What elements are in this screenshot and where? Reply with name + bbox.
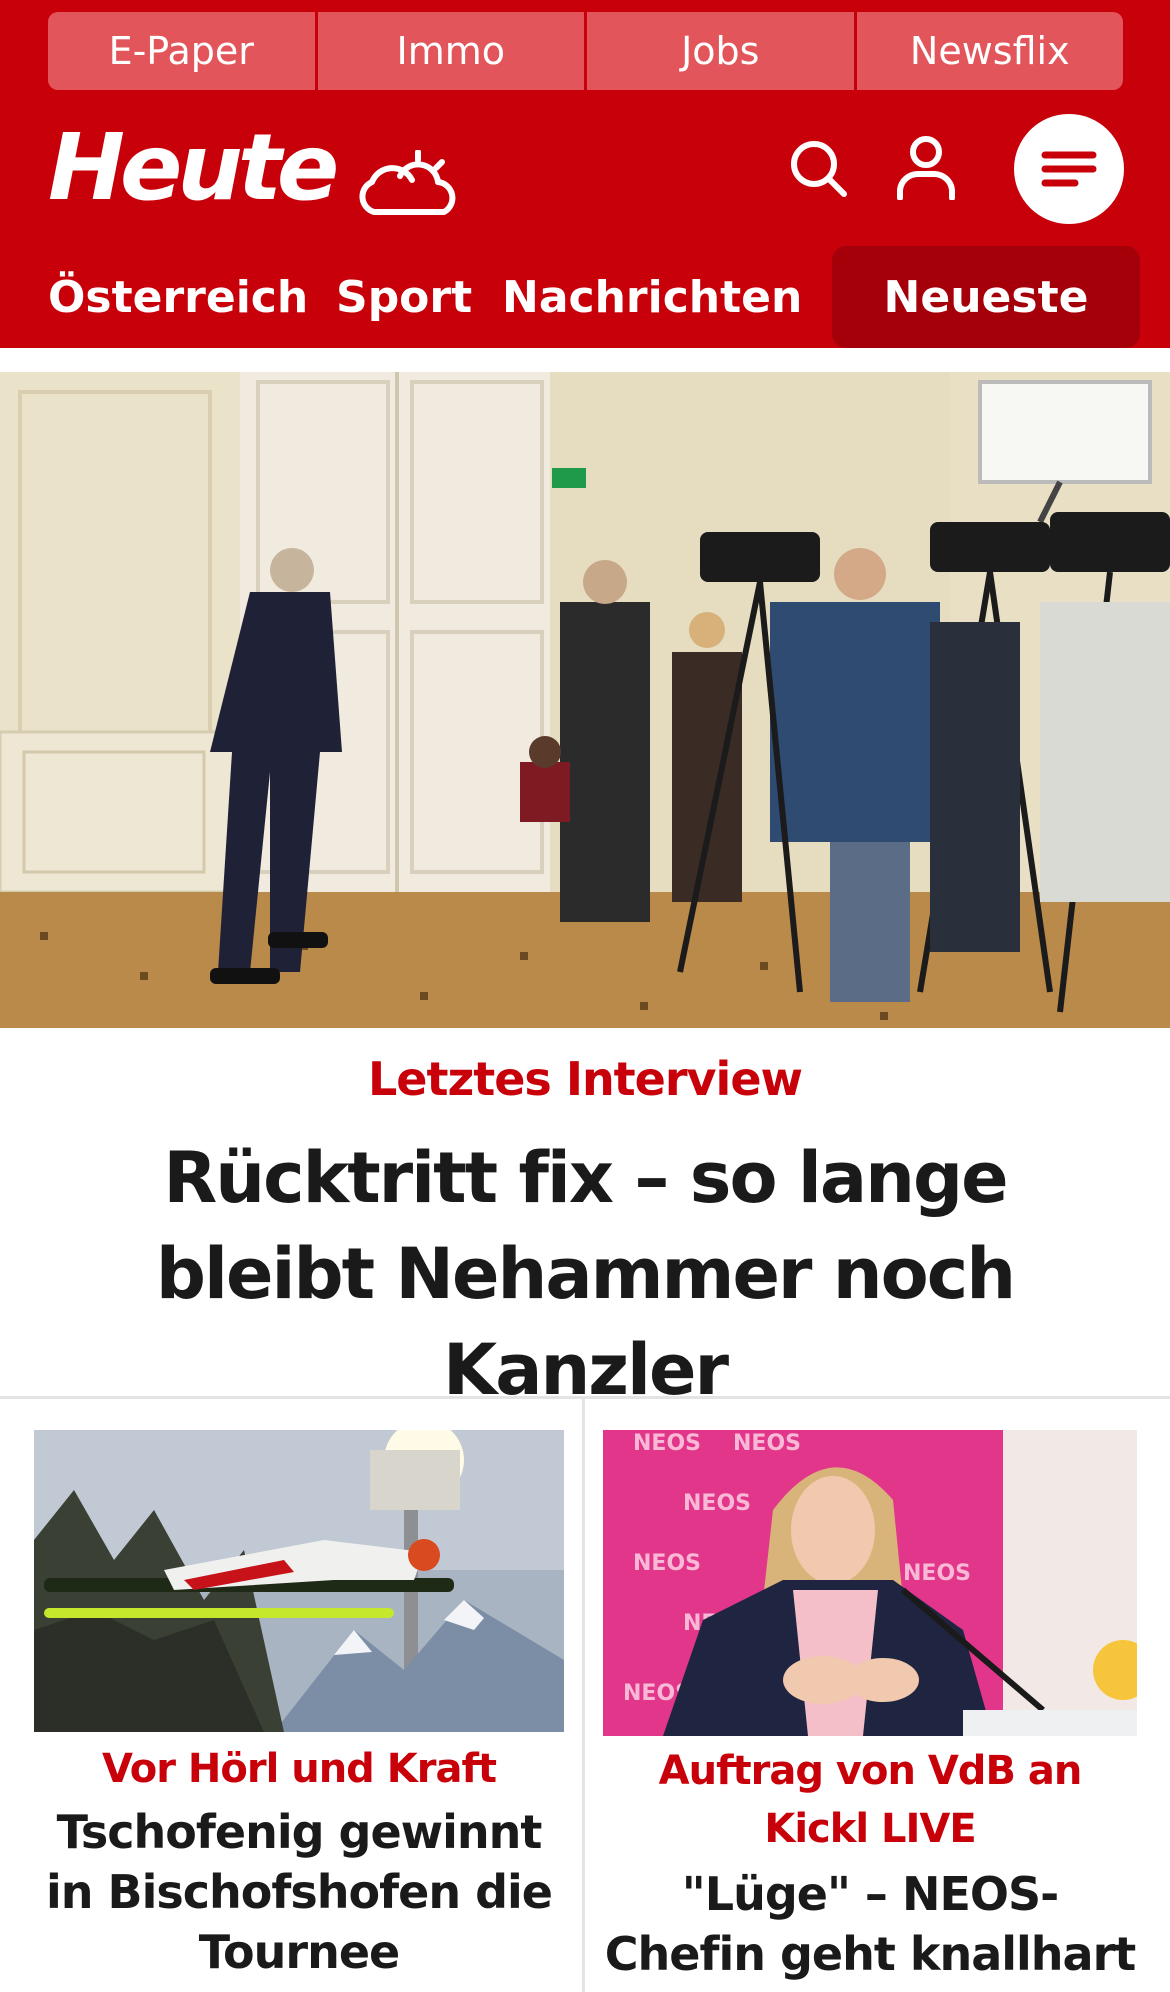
teaser-kicker-live[interactable]: Auftrag von VdB an Kickl LIVE [603, 1742, 1137, 1858]
hero-image[interactable] [0, 372, 1170, 1028]
column-divider [582, 1399, 585, 1992]
menu-button[interactable] [1014, 114, 1124, 224]
topnav-immo-link[interactable]: Immo [317, 12, 584, 90]
section-divider [0, 1396, 1170, 1399]
site-header: E-Paper Immo Jobs Newsflix Heute Österre… [0, 0, 1170, 348]
teaser-headline[interactable]: "Lüge" – NEOS-Chefin geht knallhart auf [603, 1864, 1137, 1992]
svg-text:NEOS: NEOS [683, 1491, 751, 1516]
hero-kicker[interactable]: Letztes Interview [0, 1052, 1170, 1106]
teaser-image-neos-chief[interactable]: NEOSNEOS NEOSNEOS NEOSNEOS NEOSNEOS [603, 1430, 1137, 1736]
hamburger-menu-icon [1041, 151, 1097, 187]
topnav-newsflix-link[interactable]: Newsflix [856, 12, 1123, 90]
top-navigation: E-Paper Immo Jobs Newsflix [48, 12, 1123, 90]
teaser-headline[interactable]: Tschofenig gewinnt in Bischofshofen die … [34, 1802, 564, 1982]
svg-text:NEOS: NEOS [733, 1431, 801, 1456]
hero-headline[interactable]: Rücktritt fix – so lange bleibt Nehammer… [60, 1130, 1110, 1418]
svg-text:NEOS: NEOS [633, 1431, 701, 1456]
user-icon[interactable] [894, 134, 958, 200]
teaser-image-ski-jumper[interactable] [34, 1430, 564, 1732]
topnav-epaper-link[interactable]: E-Paper [48, 12, 315, 90]
teaser-kicker[interactable]: Vor Hörl und Kraft [34, 1740, 564, 1798]
section-tab-neueste[interactable]: Neueste [832, 246, 1140, 348]
section-tab-nachrichten[interactable]: Nachrichten [502, 246, 802, 348]
svg-text:NEOS: NEOS [633, 1551, 701, 1576]
site-logo[interactable]: Heute [48, 122, 339, 214]
topnav-jobs-link[interactable]: Jobs [587, 12, 854, 90]
section-navigation: Österreich Sport Nachrichten Neueste [0, 246, 1170, 348]
section-tab-oesterreich[interactable]: Österreich [48, 246, 308, 348]
cloud-sun-icon[interactable] [346, 150, 460, 226]
section-tab-sport[interactable]: Sport [336, 246, 472, 348]
svg-text:NEOS: NEOS [903, 1561, 971, 1586]
search-icon[interactable] [786, 136, 850, 200]
brand-row: Heute [48, 112, 1124, 228]
